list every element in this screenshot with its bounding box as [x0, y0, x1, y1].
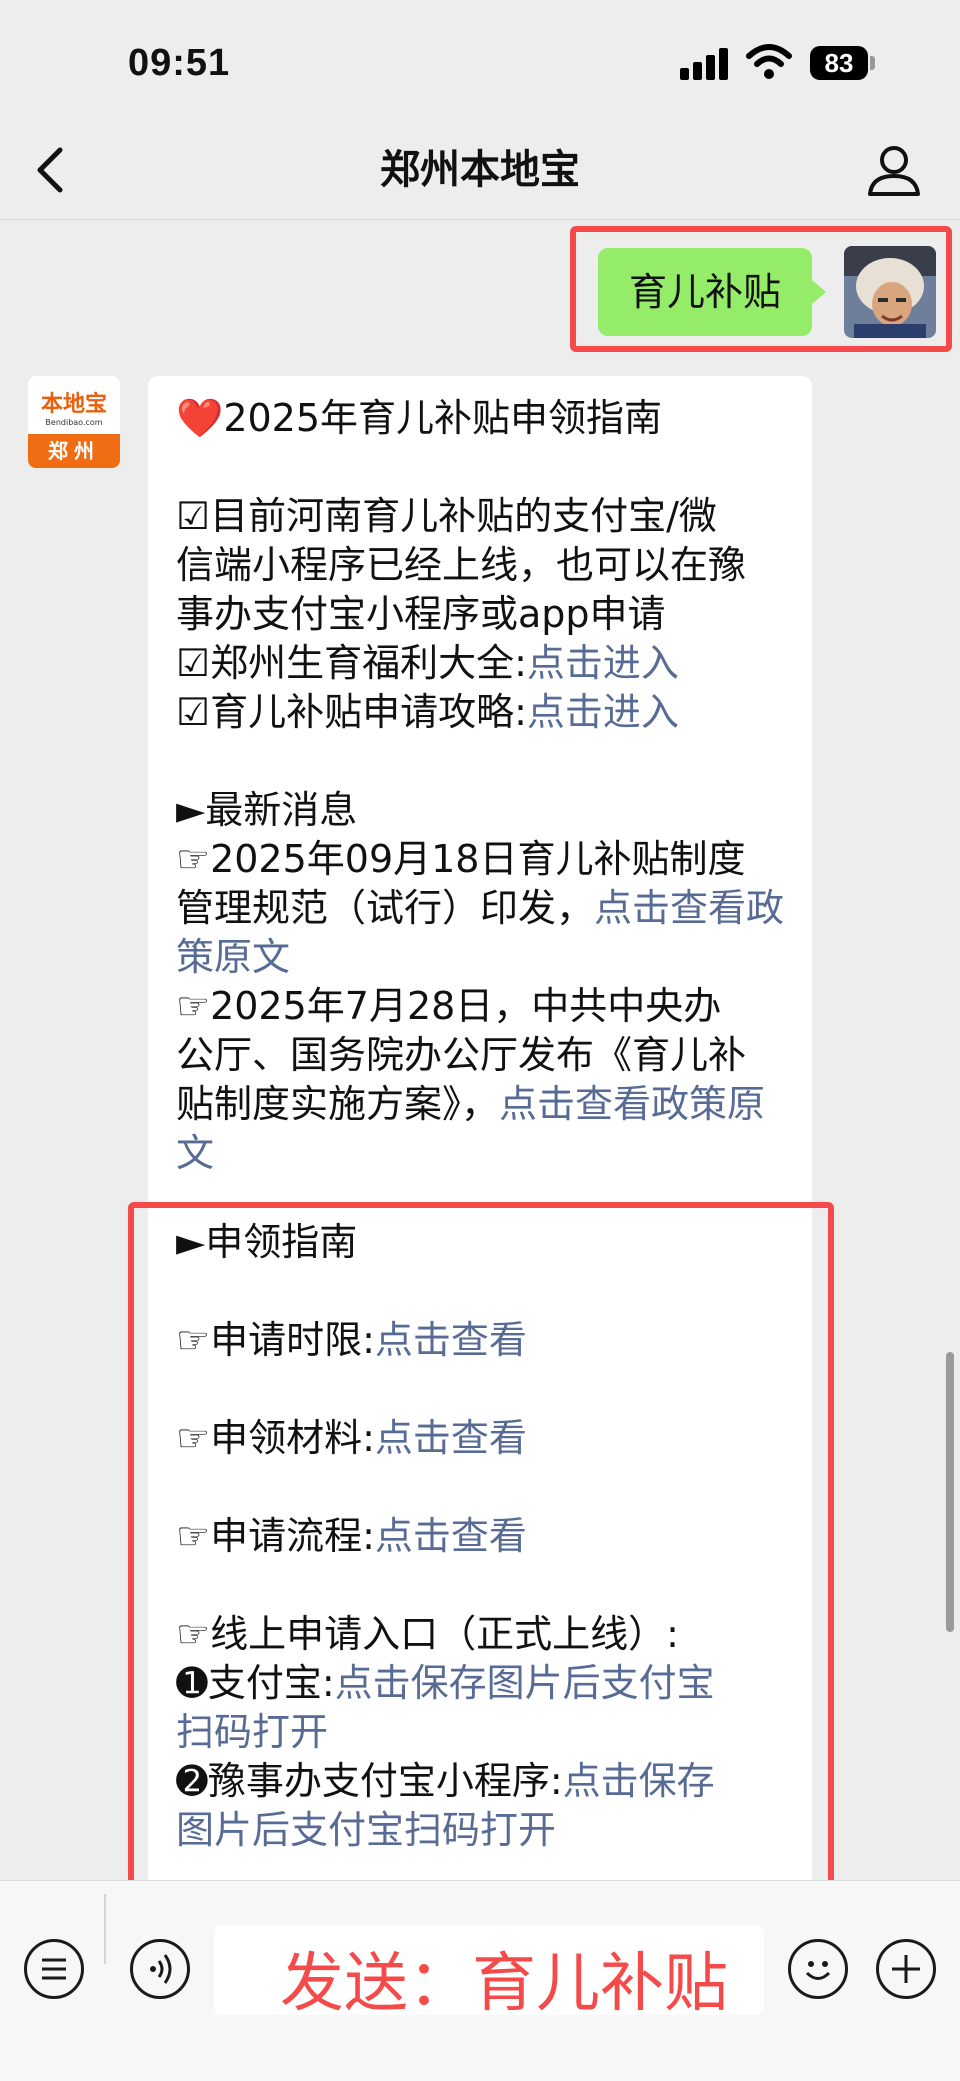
- chat-header: 郑州本地宝: [0, 120, 960, 220]
- deadline-line: ☞申请时限:点击查看: [176, 1316, 788, 1365]
- process-line: ☞申请流程:点击查看: [176, 1512, 788, 1561]
- yushiban-entry-link-cont[interactable]: 图片后支付宝扫码打开: [176, 1806, 788, 1855]
- voice-button[interactable]: [130, 1939, 190, 1999]
- status-time: 09:51: [128, 42, 231, 84]
- sent-message-highlight: 育儿补贴: [570, 226, 952, 352]
- news-heading: ►最新消息: [176, 788, 358, 832]
- battery-indicator: 83: [810, 46, 868, 80]
- news1-line-1: ☞2025年09月18日育儿补贴制度: [176, 837, 746, 881]
- status-bar: 09:51 83: [0, 0, 960, 130]
- materials-label: ☞申领材料:: [176, 1416, 375, 1460]
- emoji-icon: [805, 1961, 831, 1980]
- chat-title: 郑州本地宝: [380, 147, 580, 193]
- intro-line-1: ☑目前河南育儿补贴的支付宝/微: [176, 494, 717, 538]
- received-message-bubble: ❤️2025年育儿补贴申领指南 ☑目前河南育儿补贴的支付宝/微 信端小程序已经上…: [148, 376, 812, 1896]
- official-account-avatar[interactable]: 本地宝 Bendibao.com 郑州: [28, 376, 120, 468]
- news1-line-2: 管理规范（试行）印发，点击查看政: [176, 884, 788, 933]
- sent-message-bubble[interactable]: 育儿补贴: [598, 248, 826, 336]
- welfare-line: ☑郑州生育福利大全:点击进入: [176, 639, 788, 688]
- news2-link-cont[interactable]: 文: [176, 1129, 788, 1178]
- news2-text: 贴制度实施方案》，: [176, 1082, 500, 1126]
- more-plus-button[interactable]: [876, 1939, 936, 1999]
- news2-link[interactable]: 点击查看政策原: [499, 1082, 765, 1126]
- welfare-link[interactable]: 点击进入: [527, 641, 679, 685]
- yushiban-entry-label: ➋豫事办支付宝小程序:: [176, 1759, 563, 1803]
- process-link[interactable]: 点击查看: [375, 1514, 527, 1558]
- online-heading: ☞线上申请入口（正式上线）:: [176, 1612, 679, 1656]
- logo-city: 郑州: [28, 434, 120, 468]
- deadline-link[interactable]: 点击查看: [375, 1318, 527, 1362]
- scrollbar-thumb[interactable]: [946, 1352, 954, 1632]
- send-instruction-overlay: 发送：育儿补贴: [280, 1947, 728, 2021]
- message-title-line: ❤️2025年育儿补贴申领指南: [176, 394, 788, 443]
- emoji-button[interactable]: [788, 1939, 848, 1999]
- wifi-icon: [746, 44, 792, 79]
- welfare-label: ☑郑州生育福利大全:: [176, 641, 527, 685]
- news2-line-1: ☞2025年7月28日，中共中央办: [176, 984, 722, 1028]
- guide-heading: ►申领指南: [176, 1220, 358, 1264]
- news1-link-cont[interactable]: 策原文: [176, 933, 788, 982]
- news2-line-2: 公厅、国务院办公厅发布《育儿补: [176, 1033, 747, 1077]
- news1-text: 管理规范（试行）印发，: [176, 886, 595, 930]
- cellular-signal-icon: [680, 48, 730, 80]
- user-avatar[interactable]: [844, 246, 936, 338]
- news2-line-3: 贴制度实施方案》，点击查看政策原: [176, 1080, 788, 1129]
- strategy-label: ☑育儿补贴申请攻略:: [176, 690, 527, 734]
- toolbar-divider: [104, 1894, 106, 1964]
- yushiban-entry-line: ➋豫事办支付宝小程序:点击保存: [176, 1757, 788, 1806]
- news1-link[interactable]: 点击查看政: [594, 886, 784, 930]
- voice-icon: [150, 1954, 172, 1984]
- strategy-line: ☑育儿补贴申请攻略:点击进入: [176, 688, 788, 737]
- menu-list-button[interactable]: [24, 1939, 84, 1999]
- alipay-entry-label: ➊支付宝:: [176, 1661, 335, 1705]
- plus-icon: [892, 1955, 920, 1983]
- logo-subtext: Bendibao.com: [45, 418, 103, 427]
- process-label: ☞申请流程:: [176, 1514, 375, 1558]
- materials-link[interactable]: 点击查看: [375, 1416, 527, 1460]
- heart-icon: ❤️: [176, 396, 224, 440]
- logo-text: 本地宝: [40, 392, 107, 417]
- alipay-entry-link[interactable]: 点击保存图片后支付宝: [335, 1661, 715, 1705]
- message-title: 2025年育儿补贴申领指南: [223, 396, 663, 440]
- intro-line-3: 事办支付宝小程序或app申请: [176, 592, 666, 636]
- list-icon: [42, 1958, 66, 1980]
- alipay-entry-line: ➊支付宝:点击保存图片后支付宝: [176, 1659, 788, 1708]
- yushiban-entry-link[interactable]: 点击保存: [563, 1759, 715, 1803]
- profile-icon[interactable]: [866, 142, 922, 198]
- materials-line: ☞申领材料:点击查看: [176, 1414, 788, 1463]
- alipay-entry-link-cont[interactable]: 扫码打开: [176, 1708, 788, 1757]
- strategy-link[interactable]: 点击进入: [527, 690, 679, 734]
- intro-line-2: 信端小程序已经上线，也可以在豫: [176, 543, 747, 587]
- battery-cap: [870, 56, 875, 70]
- deadline-label: ☞申请时限:: [176, 1318, 375, 1362]
